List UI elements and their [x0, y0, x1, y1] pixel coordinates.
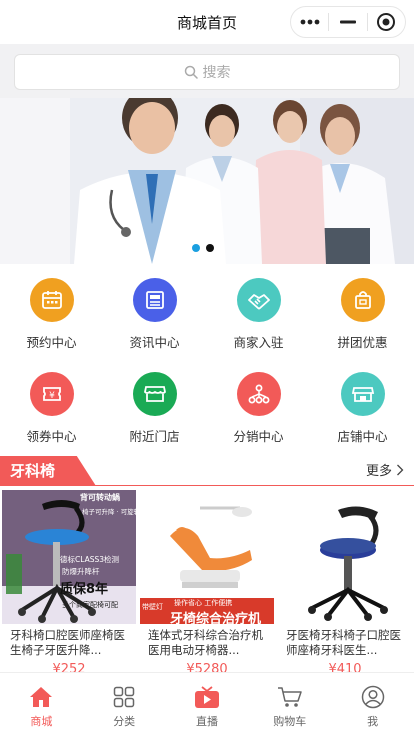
tab-label: 我	[367, 715, 379, 728]
category-icon-bg	[132, 278, 177, 322]
more-label: 更多	[365, 464, 392, 479]
tab-home[interactable]: 商城	[0, 673, 83, 736]
category-news[interactable]: 资讯中心	[103, 278, 206, 351]
top-navbar: 商城首页	[0, 0, 414, 44]
target-circle-icon	[377, 13, 396, 31]
tab-label: 商城	[30, 715, 53, 728]
category-icon-bg	[132, 372, 177, 416]
search-input[interactable]: 搜索	[14, 54, 400, 90]
more-dots-icon	[300, 19, 320, 25]
calendar-icon	[41, 291, 62, 309]
section-header-dental-chair: 牙科椅 更多	[0, 456, 414, 486]
carousel-dot-active[interactable]	[192, 244, 200, 252]
handshake-icon	[247, 294, 270, 310]
product-image-caption-mid2: 防爆升降杆	[62, 567, 100, 576]
category-label: 资讯中心	[129, 335, 180, 350]
bottom-tab-bar: 商城 分类 直播 购物车 我	[0, 672, 414, 736]
category-shop-center[interactable]: 店铺中心	[311, 372, 414, 445]
category-nearby-stores[interactable]: 附近门店	[103, 372, 206, 445]
minimize-button[interactable]	[329, 7, 366, 37]
product-price: ¥252	[52, 662, 86, 672]
more-link[interactable]: 更多	[366, 460, 404, 479]
tab-label: 购物车	[273, 715, 307, 728]
category-icon-bg: ¥	[29, 372, 74, 416]
category-label: 附近门店	[129, 429, 180, 444]
more-options-button[interactable]	[291, 7, 328, 37]
product-image-tag: 操作省心 工作便携	[174, 599, 233, 607]
product-image: 背可转动鍋 椅子可升降 · 可旋转 德标CLASS3检测 防爆升降杆 质保8年 …	[2, 490, 136, 624]
search-placeholder: 搜索	[202, 65, 231, 81]
miniprogram-capsule	[290, 6, 406, 38]
close-miniprogram-button[interactable]	[368, 7, 405, 37]
category-grid: 预约中心 资讯中心 商家入驻 拼团优惠 ¥ 领券中心 附近门店 分销中心 店铺中…	[0, 264, 414, 450]
category-label: 领券中心	[26, 429, 77, 444]
product-price: ¥5280	[186, 662, 228, 672]
tab-label: 分类	[113, 715, 136, 728]
minus-icon	[339, 20, 356, 24]
product-image: 操作省心 工作便携 带壁灯 牙椅综合治疗机	[140, 490, 274, 624]
category-icon-bg	[236, 278, 281, 322]
product-image-caption-mid: 德标CLASS3检测	[60, 555, 120, 564]
tab-cart[interactable]: 购物车	[248, 673, 331, 736]
tab-category[interactable]: 分类	[83, 673, 166, 736]
cart-icon	[277, 687, 302, 707]
shopping-bag-icon	[354, 291, 371, 309]
svg-text:¥: ¥	[49, 391, 55, 401]
shop-icon	[351, 387, 374, 402]
tab-label: 直播	[195, 715, 218, 728]
product-name: 牙科椅口腔医师座椅医生椅子牙医升降...	[10, 628, 125, 657]
product-name: 连体式牙科综合治疗机医用电动牙椅器...	[148, 628, 263, 657]
category-icon-bg	[340, 278, 385, 322]
user-icon	[361, 685, 384, 709]
category-icon-bg	[236, 372, 281, 416]
category-label: 拼团优惠	[337, 335, 388, 350]
category-merchant-join[interactable]: 商家入驻	[207, 278, 310, 351]
banner-carousel[interactable]	[0, 98, 414, 264]
store-icon	[143, 386, 166, 402]
tab-live[interactable]: 直播	[166, 673, 249, 736]
product-image-caption-bottom: 多个商家配椅可配	[62, 601, 118, 609]
category-label: 商家入驻	[233, 335, 284, 350]
news-icon	[145, 291, 164, 309]
search-bar-area: 搜索	[0, 44, 414, 98]
banner-image-doctors	[0, 98, 414, 264]
coupon-icon: ¥	[42, 387, 61, 401]
category-icon-bg	[340, 372, 385, 416]
category-grid-icon	[113, 686, 135, 708]
product-price: ¥410	[328, 662, 362, 672]
product-image	[278, 490, 412, 624]
chevron-right-icon	[397, 464, 404, 475]
category-label: 分销中心	[233, 429, 284, 444]
product-card[interactable]: 背可转动鍋 椅子可升降 · 可旋转 德标CLASS3检测 防爆升降杆 质保8年 …	[0, 490, 138, 672]
dentist-chair-image	[278, 490, 412, 624]
product-card[interactable]: 操作省心 工作便携 带壁灯 牙椅综合治疗机 连体式牙科综合治疗机医用电动牙椅器.…	[138, 490, 276, 672]
product-list: 背可转动鍋 椅子可升降 · 可旋转 德标CLASS3检测 防爆升降杆 质保8年 …	[0, 490, 414, 672]
tab-me[interactable]: 我	[331, 673, 414, 736]
live-tv-icon	[194, 686, 219, 708]
category-label: 店铺中心	[337, 429, 388, 444]
product-image-banner: 牙椅综合治疗机	[170, 612, 262, 624]
product-card[interactable]: 牙医椅牙科椅子口腔医师座椅牙科医生... ¥410	[276, 490, 414, 672]
product-image-caption-big: 质保8年	[60, 582, 109, 597]
category-group-buy[interactable]: 拼团优惠	[311, 278, 414, 351]
carousel-dot[interactable]	[206, 244, 214, 252]
category-label: 预约中心	[26, 335, 77, 350]
carousel-indicators	[192, 244, 214, 252]
category-icon-bg	[29, 278, 74, 322]
product-image-caption-top: 背可转动鍋	[80, 493, 120, 502]
section-title: 牙科椅	[0, 456, 96, 486]
search-icon	[184, 65, 198, 79]
product-name: 牙医椅牙科椅子口腔医师座椅牙科医生...	[286, 628, 401, 657]
category-distribution[interactable]: 分销中心	[207, 372, 310, 445]
category-booking[interactable]: 预约中心	[0, 278, 103, 351]
product-image-side-tag: 带壁灯	[142, 603, 163, 611]
home-icon	[30, 687, 53, 707]
distribution-icon	[248, 384, 269, 404]
product-image-caption-sub: 椅子可升降 · 可旋转	[82, 508, 136, 516]
category-coupons[interactable]: ¥ 领券中心	[0, 372, 103, 445]
